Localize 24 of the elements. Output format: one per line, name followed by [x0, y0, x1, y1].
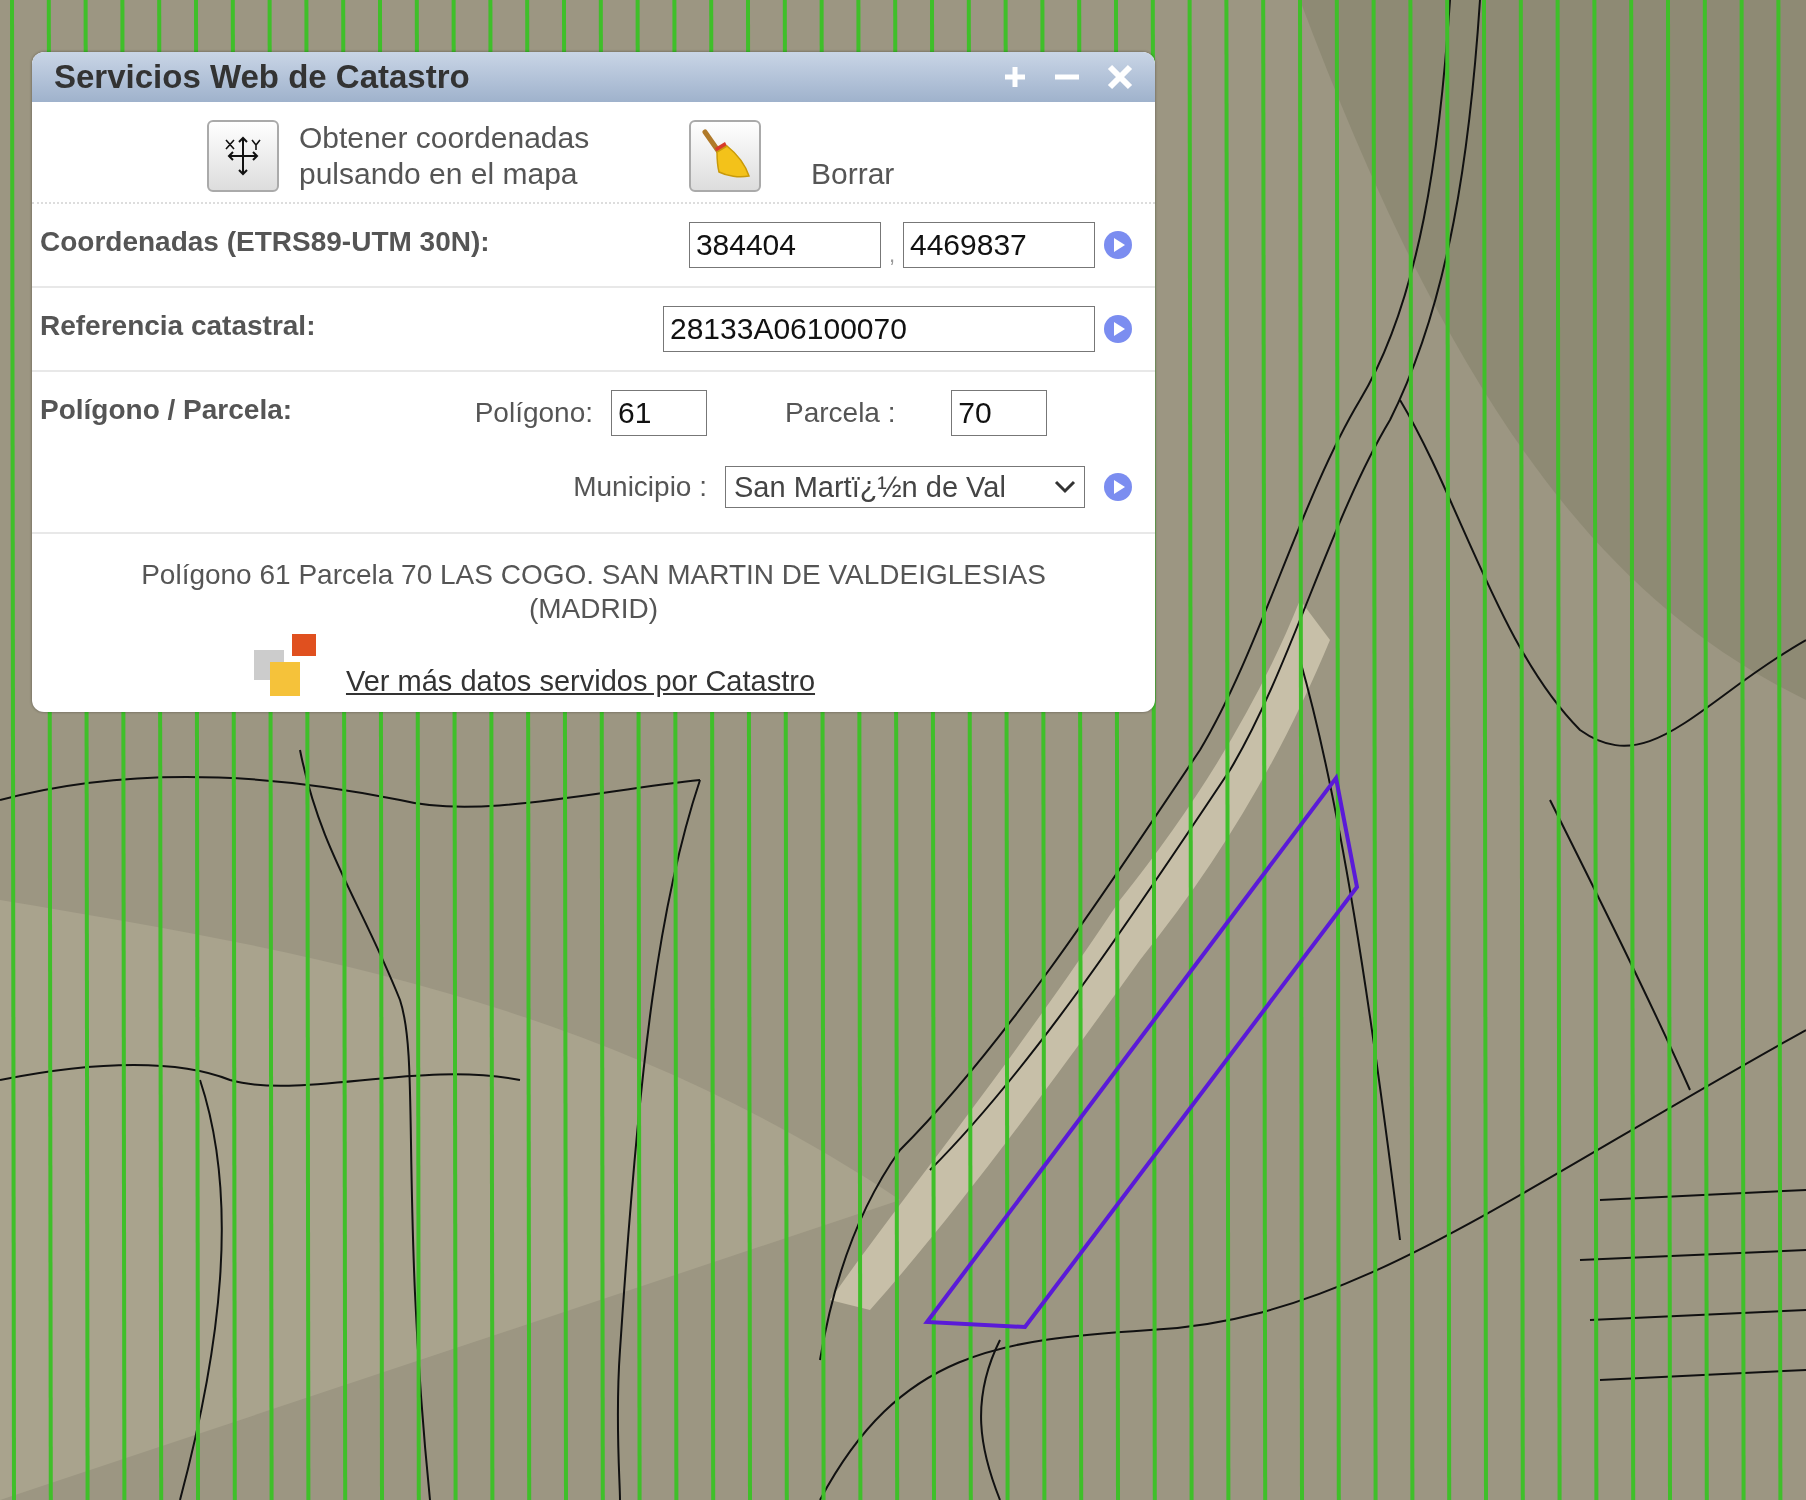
more-data-link[interactable]: Ver más datos servidos por Catastro: [345, 665, 815, 698]
parcel-label: Parcela :: [785, 397, 897, 429]
polygon-field[interactable]: 61: [611, 390, 707, 436]
coordinates-label: Coordenadas (ETRS89-UTM 30N):: [40, 225, 491, 258]
close-icon[interactable]: [1107, 64, 1133, 90]
clear-button[interactable]: [689, 120, 761, 192]
panel-title: Servicios Web de Catastro: [54, 58, 471, 96]
parcel-field[interactable]: 70: [951, 390, 1048, 436]
cadastral-reference-label: Referencia catastral:: [40, 309, 317, 342]
cadastral-reference-field[interactable]: 28133A06100070: [663, 306, 1095, 352]
pick-coordinates-label: Obtener coordenadas pulsando en el mapa: [299, 120, 591, 192]
municipality-dropdown[interactable]: San Martï¿½n de Val: [725, 466, 1085, 508]
parcel-description: Polígono 61 Parcela 70 LAS COGO. SAN MARTIN DE VALDEIGLESIAS (MADRID): [140, 558, 1047, 626]
clear-label: Borrar: [811, 156, 895, 192]
pick-coordinates-button[interactable]: [207, 120, 279, 192]
polygon-parcel-label: Polígono / Parcela:: [40, 393, 294, 426]
polygon-label: Polígono:: [474, 397, 593, 429]
coordinate-separator: ,: [888, 242, 895, 268]
chevron-down-icon: [1054, 480, 1076, 494]
stacked-cubes-icon: [251, 632, 318, 698]
y-coordinate-field[interactable]: 4469837: [903, 222, 1095, 268]
municipality-label: Municipio :: [573, 471, 707, 503]
x-coordinate-field[interactable]: 384404: [688, 222, 881, 268]
expand-plus-icon[interactable]: [1003, 65, 1027, 89]
